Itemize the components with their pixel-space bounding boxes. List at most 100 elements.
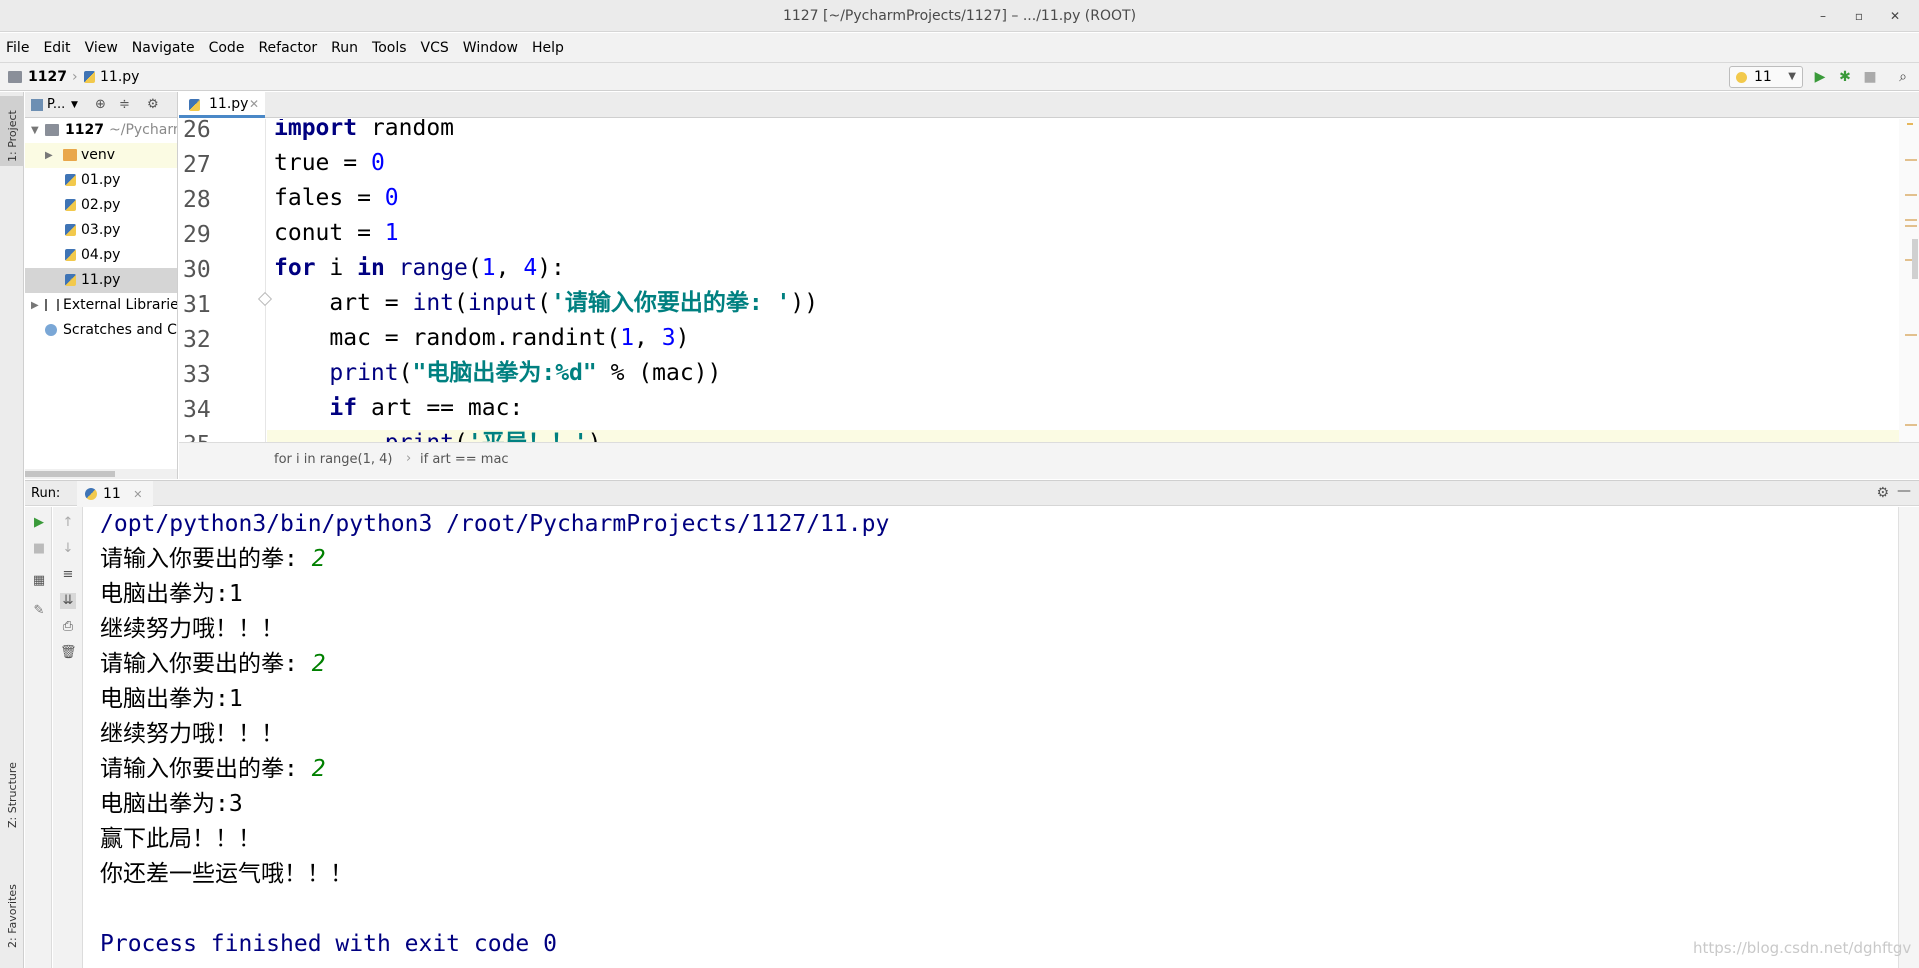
tree-item-external-libraries[interactable]: ▶ External Libraries [25, 293, 177, 318]
layout-icon[interactable]: ▦ [31, 573, 47, 589]
chevron-right-icon[interactable]: ▶ [31, 293, 39, 318]
watermark: https://blog.csdn.net/dghftgv [1693, 939, 1912, 957]
console-line: /opt/python3/bin/python3 /root/PycharmPr… [100, 511, 890, 537]
chevron-down-icon[interactable]: ▼ [31, 118, 39, 143]
run-console[interactable]: /opt/python3/bin/python3 /root/PycharmPr… [84, 507, 1898, 968]
favorites-tool-tab[interactable]: 2: Favorites [0, 862, 24, 952]
pin-icon[interactable]: ✎ [31, 603, 47, 619]
gear-icon[interactable]: ⚙ [1876, 485, 1889, 501]
stop-icon[interactable]: ■ [1862, 69, 1878, 85]
run-tab[interactable]: 11 ✕ [77, 481, 153, 507]
menu-vcs[interactable]: VCS [421, 40, 449, 56]
warning-marker[interactable] [1905, 334, 1917, 336]
horizontal-scrollbar[interactable] [25, 469, 177, 479]
code-text: fales = [274, 185, 385, 211]
tab-11-py[interactable]: 11.py ✕ [179, 92, 265, 118]
locate-icon[interactable]: ⊕ [95, 97, 106, 112]
tree-root[interactable]: ▼ 1127 ~/Pycharm [25, 118, 177, 143]
tree-item-02[interactable]: 02.py [25, 193, 177, 218]
tree-item-04[interactable]: 04.py [25, 243, 177, 268]
menu-code[interactable]: Code [209, 40, 245, 56]
code-line: true = 0 [274, 146, 385, 181]
tree-item-label: 04.py [81, 247, 121, 263]
minimize-button[interactable]: – [1813, 6, 1833, 26]
project-folder-icon [8, 71, 22, 83]
scroll-to-end-icon[interactable]: ⇊ [60, 593, 76, 609]
collapse-icon[interactable]: ≑ [119, 97, 130, 112]
number: 1 [481, 255, 496, 281]
menu-view[interactable]: View [85, 40, 118, 56]
breadcrumb-if-statement[interactable]: if art == mac [420, 452, 509, 467]
project-tool-tab[interactable]: 1: Project [0, 96, 24, 166]
arrow-down-icon[interactable]: ↓ [60, 541, 76, 557]
project-panel-header: P... ▼ ⊕ ≑ ⚙ [25, 92, 177, 118]
editor-tabs: 11.py ✕ [179, 92, 1919, 118]
menu-navigate[interactable]: Navigate [132, 40, 195, 56]
arrow-up-icon[interactable]: ↑ [60, 515, 76, 531]
stop-icon[interactable]: ■ [31, 541, 47, 557]
warning-marker[interactable] [1905, 225, 1917, 227]
project-panel: P... ▼ ⊕ ≑ ⚙ ▼ 1127 ~/Pycharm ▶ venv 01.… [25, 92, 178, 479]
line-number: 30 [183, 257, 211, 283]
tree-item-11[interactable]: 11.py [25, 268, 177, 293]
code-text: ( [454, 430, 468, 442]
close-icon[interactable]: ✕ [133, 488, 142, 501]
line-number-gutter: 26 27 28 29 30 31 32 33 34 35 [179, 117, 273, 458]
run-icon[interactable]: ▶ [1812, 69, 1828, 85]
menu-edit[interactable]: Edit [43, 40, 70, 56]
hide-panel-icon[interactable]: — [1897, 483, 1911, 499]
python-icon [85, 488, 97, 500]
fold-marker-icon[interactable] [257, 291, 273, 307]
root-name: 1127 [65, 122, 104, 138]
warning-marker[interactable] [1905, 219, 1917, 221]
warning-marker[interactable] [1905, 159, 1917, 161]
project-view-select[interactable]: P... [47, 97, 65, 112]
tree-item-03[interactable]: 03.py [25, 218, 177, 243]
line-number: 33 [183, 362, 211, 388]
close-button[interactable]: ✕ [1885, 6, 1905, 26]
chevron-right-icon[interactable]: ▶ [45, 143, 53, 168]
rerun-icon[interactable]: ▶ [31, 515, 47, 531]
number: 1 [384, 220, 399, 246]
run-configuration-select[interactable]: 11 ▼ [1729, 66, 1803, 88]
tree-item-01[interactable]: 01.py [25, 168, 177, 193]
soft-wrap-icon[interactable]: ≡ [60, 567, 76, 583]
scratches-icon [45, 324, 57, 336]
menu-help[interactable]: Help [532, 40, 564, 56]
scrollbar-thumb[interactable] [25, 471, 115, 477]
code-area[interactable]: import random true = 0 fales = 0 conut =… [274, 119, 1894, 442]
trash-icon[interactable]: 🗑 [60, 645, 77, 661]
tree-item-scratches[interactable]: Scratches and Co [25, 318, 177, 343]
run-toolbar-primary: ▶ ■ ▦ ✎ [25, 507, 52, 968]
scrollbar-thumb[interactable] [1912, 239, 1918, 279]
warning-marker[interactable] [1905, 424, 1917, 426]
tree-item-venv[interactable]: ▶ venv [25, 143, 177, 168]
menu-refactor[interactable]: Refactor [258, 40, 317, 56]
console-line: 电脑出拳为:1 [100, 581, 243, 607]
console-vertical-scrollbar[interactable] [1898, 507, 1919, 968]
breadcrumb-project[interactable]: 1127 [28, 69, 67, 85]
menu-tools[interactable]: Tools [372, 40, 407, 56]
breadcrumb-file[interactable]: 11.py [100, 69, 139, 85]
search-icon[interactable]: ⌕ [1895, 69, 1911, 85]
menu-run[interactable]: Run [331, 40, 358, 56]
code-text: conut = [274, 220, 385, 246]
print-icon[interactable]: ⎙ [60, 619, 76, 635]
breadcrumb-for-loop[interactable]: for i in range(1, 4) [274, 452, 393, 467]
code-line: print("电脑出拳为:%d" % (mac)) [274, 356, 721, 391]
menu-file[interactable]: File [6, 40, 29, 56]
tree-item-label: venv [81, 147, 116, 163]
gear-icon[interactable]: ⚙ [147, 97, 159, 112]
status-marker [1907, 123, 1913, 125]
warning-marker[interactable] [1905, 194, 1917, 196]
close-icon[interactable]: ✕ [249, 92, 259, 116]
maximize-button[interactable]: ▫ [1849, 6, 1869, 26]
menu-window[interactable]: Window [463, 40, 518, 56]
editor-error-stripe[interactable] [1899, 119, 1919, 442]
builtin: range [398, 255, 468, 281]
structure-tool-tab[interactable]: Z: Structure [0, 752, 24, 832]
debug-icon[interactable]: ✱ [1837, 69, 1853, 85]
code-text: ( [398, 360, 413, 386]
python-file-icon [84, 71, 95, 83]
